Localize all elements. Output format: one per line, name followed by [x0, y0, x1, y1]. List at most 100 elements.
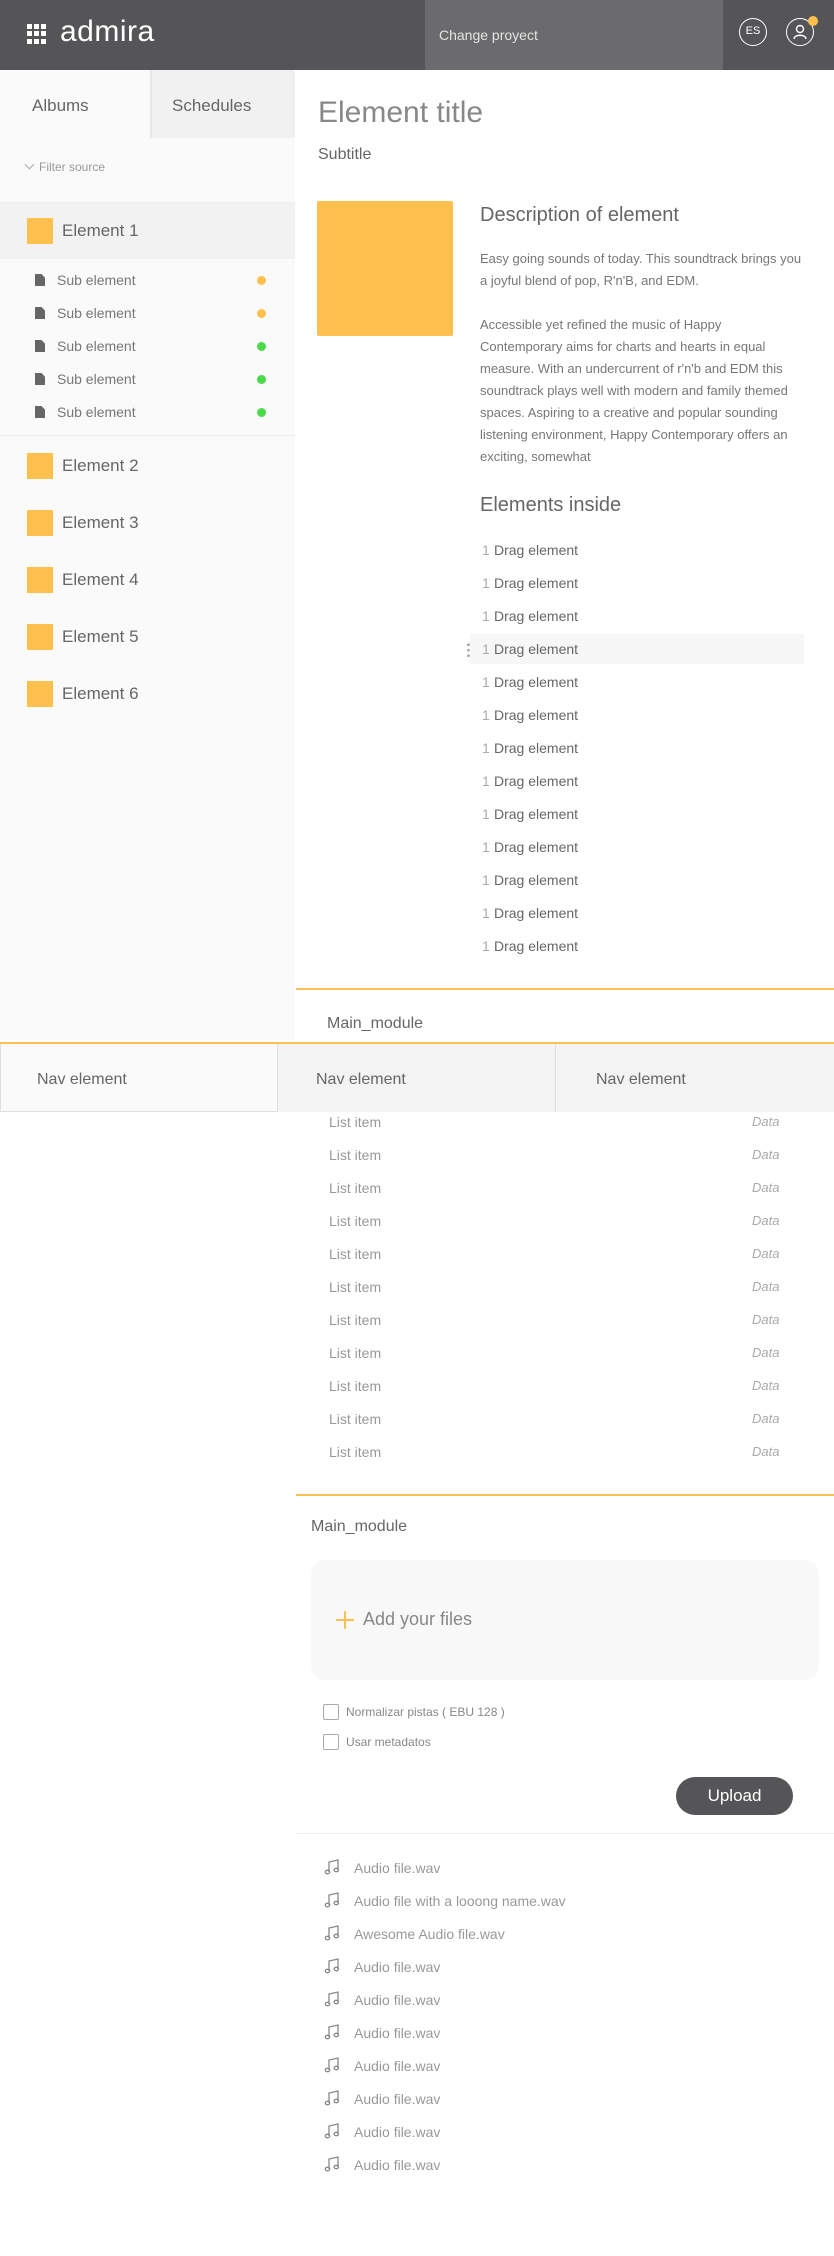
module-title: Main_module — [311, 1518, 408, 1535]
status-dot-icon — [257, 342, 266, 351]
list-item[interactable]: List item Data — [296, 1106, 796, 1139]
drag-element-number: 1 — [482, 740, 490, 756]
change-project-button[interactable]: Change proyect — [425, 0, 723, 70]
drag-element-number: 1 — [482, 938, 490, 954]
drag-element[interactable]: 1 Drag element — [470, 832, 804, 862]
sidebar-element[interactable]: Element 5 — [0, 609, 295, 665]
list-item-data: Data — [752, 1444, 780, 1459]
file-dropzone[interactable]: Add your files — [311, 1560, 819, 1680]
audio-file-item[interactable]: Awesome Audio file.wav — [324, 1918, 804, 1951]
drag-element-number: 1 — [482, 806, 490, 822]
nav-element[interactable]: Nav element — [556, 1044, 834, 1112]
drag-element[interactable]: 1 Drag element — [470, 799, 804, 829]
list-item-data: Data — [752, 1279, 780, 1294]
music-note-icon — [324, 1892, 340, 1908]
file-icon — [35, 373, 45, 385]
sub-element[interactable]: Sub element — [0, 363, 295, 396]
list-item[interactable]: List item Data — [296, 1238, 796, 1271]
element-thumbnail — [27, 510, 53, 536]
sub-element[interactable]: Sub element — [0, 297, 295, 330]
audio-file-item[interactable]: Audio file.wav — [324, 1984, 804, 2017]
list-item[interactable]: List item Data — [296, 1436, 796, 1469]
audio-file-item[interactable]: Audio file.wav — [324, 1951, 804, 1984]
tab-schedules[interactable]: Schedules — [152, 70, 295, 138]
filter-source-dropdown[interactable]: Filter source — [24, 159, 105, 174]
list-item[interactable]: List item Data — [296, 1271, 796, 1304]
sidebar-element[interactable]: Element 2 — [0, 438, 295, 494]
audio-file-item[interactable]: Audio file.wav — [324, 2116, 804, 2149]
list-item-label: List item — [329, 1444, 382, 1460]
drag-element[interactable]: 1 Drag element — [470, 667, 804, 697]
elements-inside-title: Elements inside — [480, 494, 622, 516]
drag-handle-icon[interactable] — [467, 642, 470, 658]
sidebar-element[interactable]: Element 3 — [0, 495, 295, 551]
list-item[interactable]: List item Data — [296, 1172, 796, 1205]
drag-element[interactable]: 1 Drag element — [470, 700, 804, 730]
nav-element[interactable]: Nav element — [0, 1044, 278, 1112]
element-thumbnail — [27, 453, 53, 479]
list-item-data: Data — [752, 1114, 780, 1129]
sub-element[interactable]: Sub element — [0, 396, 295, 429]
audio-file-item[interactable]: Audio file.wav — [324, 1852, 804, 1885]
file-icon — [35, 406, 45, 418]
status-dot-icon — [257, 309, 266, 318]
drag-element[interactable]: 1 Drag element — [470, 601, 804, 631]
language-button[interactable]: ES — [739, 18, 767, 46]
audio-file-item[interactable]: Audio file.wav — [324, 2017, 804, 2050]
audio-file-item[interactable]: Audio file with a looong name.wav — [324, 1885, 804, 1918]
nav-element[interactable]: Nav element — [278, 1044, 556, 1112]
drag-element[interactable]: 1 Drag element — [470, 535, 804, 565]
app-logo: admira — [60, 15, 155, 48]
list-item[interactable]: List item Data — [296, 1205, 796, 1238]
element-label: Element 5 — [62, 627, 139, 646]
list-item[interactable]: List item Data — [296, 1337, 796, 1370]
drag-element[interactable]: 1 Drag element — [470, 898, 804, 928]
list-item-label: List item — [329, 1279, 382, 1295]
drag-element[interactable]: 1 Drag element — [470, 766, 804, 796]
sidebar-element[interactable]: Element 6 — [0, 666, 295, 722]
audio-file-name: Audio file.wav — [354, 2091, 441, 2107]
drag-element-label: Drag element — [494, 707, 579, 723]
normalize-checkbox[interactable] — [323, 1704, 339, 1720]
sub-element[interactable]: Sub element — [0, 330, 295, 363]
notification-dot-icon — [808, 16, 818, 26]
status-dot-icon — [257, 375, 266, 384]
audio-file-name: Audio file.wav — [354, 1959, 441, 1975]
file-icon — [35, 274, 45, 286]
file-icon — [35, 307, 45, 319]
drag-element[interactable]: 1 Drag element — [467, 634, 804, 664]
list-item-data: Data — [752, 1378, 780, 1393]
sub-element[interactable]: Sub element — [0, 264, 295, 297]
drag-element-number: 1 — [482, 542, 490, 558]
status-dot-icon — [257, 408, 266, 417]
sidebar-element[interactable]: Element 1 — [0, 203, 295, 259]
list-item-data: Data — [752, 1312, 780, 1327]
metadata-checkbox[interactable] — [323, 1734, 339, 1750]
audio-file-item[interactable]: Audio file.wav — [324, 2149, 804, 2182]
list-item[interactable]: List item Data — [296, 1370, 796, 1403]
description-text: Easy going sounds of today. This soundtr… — [480, 248, 805, 490]
list-item[interactable]: List item Data — [296, 1403, 796, 1436]
audio-file-item[interactable]: Audio file.wav — [324, 2083, 804, 2116]
list-item[interactable]: List item Data — [296, 1304, 796, 1337]
audio-file-item[interactable]: Audio file.wav — [324, 2050, 804, 2083]
tab-albums[interactable]: Albums — [0, 70, 152, 138]
drag-element-number: 1 — [482, 905, 490, 921]
drag-element[interactable]: 1 Drag element — [470, 568, 804, 598]
music-note-icon — [324, 2156, 340, 2172]
element-subtitle: Subtitle — [318, 146, 372, 163]
drag-element[interactable]: 1 Drag element — [470, 931, 804, 961]
list-item-data: Data — [752, 1147, 780, 1162]
module-divider — [296, 1494, 834, 1496]
apps-grid-icon[interactable] — [27, 24, 47, 44]
audio-file-name: Audio file.wav — [354, 1860, 441, 1876]
upload-button[interactable]: Upload — [676, 1777, 793, 1815]
element-thumbnail — [27, 624, 53, 650]
drag-element[interactable]: 1 Drag element — [470, 733, 804, 763]
audio-file-name: Audio file.wav — [354, 2124, 441, 2140]
sidebar-element[interactable]: Element 4 — [0, 552, 295, 608]
module-title: Main_module — [327, 1015, 424, 1032]
list-item[interactable]: List item Data — [296, 1139, 796, 1172]
drag-element[interactable]: 1 Drag element — [470, 865, 804, 895]
drag-element-number: 1 — [482, 773, 490, 789]
